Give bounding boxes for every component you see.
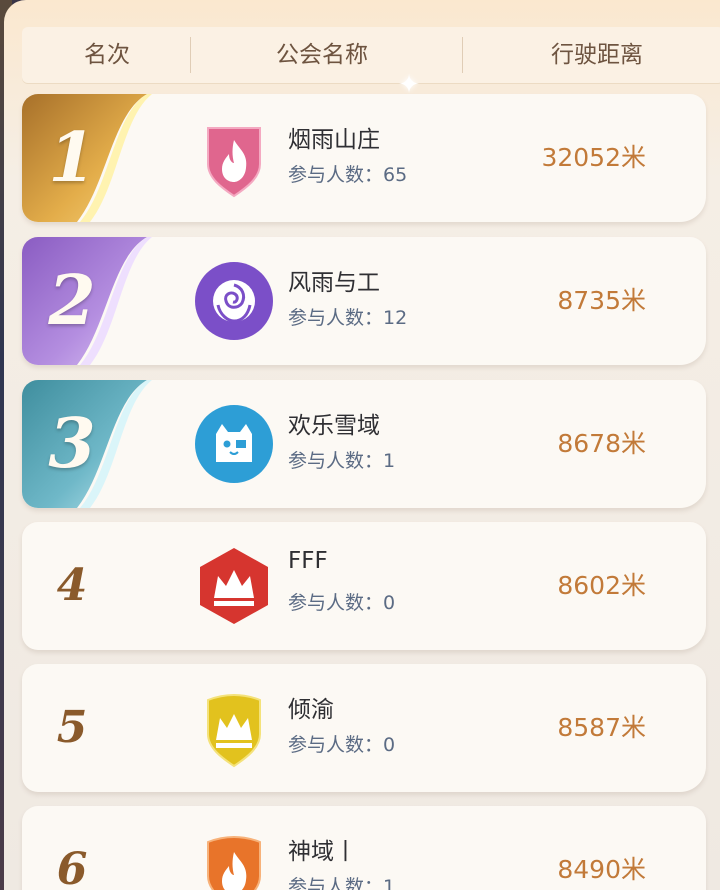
member-count-value: 0 — [383, 734, 396, 756]
rank-number: 1 — [48, 118, 96, 198]
ranking-panel: 名次 公会名称 行驶距离 ✦ 1 烟雨山庄 参与人数：65 32052米 2 风… — [4, 0, 720, 890]
member-count: 参与人数：1 — [288, 872, 395, 890]
member-count-label: 参与人数： — [288, 450, 384, 472]
rank-number: 6 — [56, 844, 88, 890]
member-count-label: 参与人数： — [288, 307, 384, 329]
member-count-value: 65 — [383, 164, 408, 186]
header-divider — [462, 37, 463, 73]
member-count-value: 12 — [383, 307, 408, 329]
ranking-row-2[interactable]: 2 风雨与工 参与人数：12 8735米 — [22, 237, 706, 365]
crown-hexagon-icon — [200, 548, 268, 624]
rank-number: 4 — [56, 560, 88, 611]
member-count-label: 参与人数： — [288, 876, 384, 890]
guild-name: 风雨与工 — [288, 270, 380, 296]
member-count-value: 0 — [383, 592, 396, 614]
rank-number: 3 — [48, 404, 96, 484]
table-header: 名次 公会名称 行驶距离 — [22, 27, 720, 83]
crown-shield-icon — [207, 694, 261, 768]
ranking-row-1[interactable]: 1 烟雨山庄 参与人数：65 32052米 — [22, 94, 706, 222]
header-distance: 行驶距离 — [551, 42, 643, 68]
ranking-row-3[interactable]: 3 欢乐雪域 参与人数：1 8678米 — [22, 380, 706, 508]
header-guild-name: 公会名称 — [276, 42, 368, 68]
rank-number: 5 — [56, 702, 88, 753]
member-count-value: 1 — [383, 450, 396, 472]
member-count-label: 参与人数： — [288, 592, 384, 614]
member-count: 参与人数：0 — [288, 588, 395, 615]
guild-name: 倾渝 — [288, 697, 334, 723]
guild-name: FFF — [288, 548, 328, 574]
distance-value: 8587米 — [557, 713, 646, 742]
rose-icon — [195, 262, 273, 340]
ranking-row-6[interactable]: 6 神域丨 参与人数：1 8490米 — [22, 806, 706, 890]
member-count: 参与人数：65 — [288, 160, 407, 187]
header-rank: 名次 — [84, 42, 130, 68]
member-count-value: 1 — [383, 876, 396, 890]
cat-icon — [195, 405, 273, 483]
member-count-label: 参与人数： — [288, 164, 384, 186]
member-count: 参与人数：1 — [288, 446, 395, 473]
guild-name: 欢乐雪域 — [288, 413, 380, 439]
ranking-row-4[interactable]: 4 FFF 参与人数：0 8602米 — [22, 522, 706, 650]
guild-name: 烟雨山庄 — [288, 127, 380, 153]
header-divider — [190, 37, 191, 73]
flame-shield-icon — [207, 836, 261, 890]
distance-value: 8678米 — [557, 429, 646, 458]
member-count: 参与人数：0 — [288, 730, 395, 757]
distance-value: 32052米 — [541, 143, 646, 172]
flame-shield-icon — [207, 127, 261, 198]
distance-value: 8602米 — [557, 571, 646, 600]
member-count: 参与人数：12 — [288, 303, 407, 330]
member-count-label: 参与人数： — [288, 734, 384, 756]
distance-value: 8735米 — [557, 286, 646, 315]
distance-value: 8490米 — [557, 855, 646, 884]
ranking-row-5[interactable]: 5 倾渝 参与人数：0 8587米 — [22, 664, 706, 792]
rank-number: 2 — [48, 261, 96, 341]
guild-name: 神域丨 — [288, 839, 357, 865]
